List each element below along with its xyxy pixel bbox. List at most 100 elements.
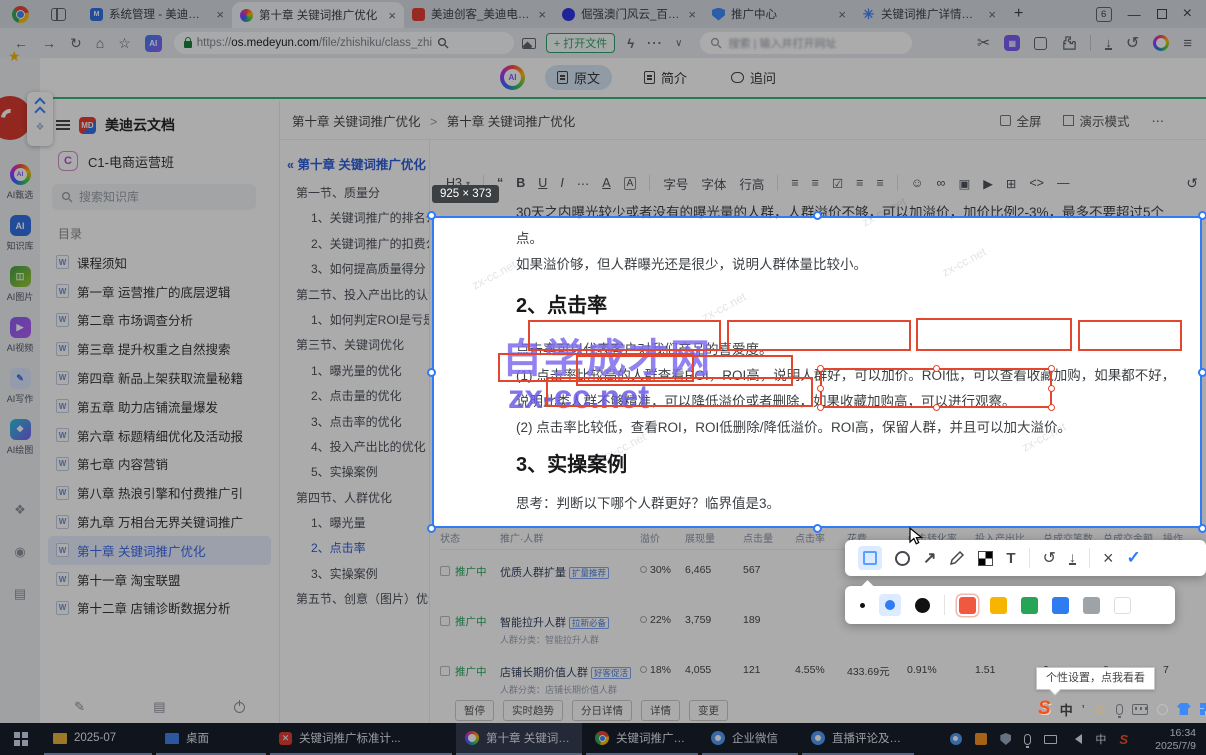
resize-handle[interactable] [1048,404,1055,411]
split-view-icon[interactable] [51,7,66,21]
reload-icon[interactable]: ↻ [70,35,82,52]
col-header[interactable]: 点击率 [795,530,847,545]
audience-name[interactable]: 优质人群扩量 [500,567,566,579]
capture-handle[interactable] [427,211,436,220]
row-checkbox[interactable] [440,616,450,626]
outline-item[interactable]: 3、如何提高质量得分 [280,257,429,282]
line-height-select[interactable]: 行高 [739,174,764,193]
knowledge-search-input[interactable] [79,190,229,204]
checklist-button[interactable]: ☑ [832,176,843,191]
doc-item[interactable]: W 第十二章 店铺诊断数据分析 [48,594,271,623]
resize-handle[interactable] [1048,365,1055,372]
forward-icon[interactable]: → [42,35,56,51]
rail-item-knowledge[interactable]: AI 知识库 [0,215,40,252]
italic-button[interactable]: I [560,176,563,190]
stroke-size-medium-selected[interactable] [879,594,901,616]
doc-item[interactable]: W 第七章 内容营销 [48,450,271,479]
annotation-rect[interactable] [546,377,813,407]
tab-summary[interactable]: 简介 [632,65,699,90]
code-button[interactable]: <> [1029,176,1044,190]
ime-language-toggle[interactable]: 中 [1060,700,1073,719]
annotation-rect[interactable] [528,320,721,351]
tray-security-icon[interactable] [1000,733,1012,745]
outline-item[interactable]: 第四节、人群优化 [280,486,429,511]
zoom-icon[interactable] [437,37,449,49]
divider-button[interactable]: — [1057,176,1070,190]
underline-button[interactable]: U [538,176,547,190]
bookmark-favorite-star-icon[interactable]: ★ [8,48,21,65]
resize-handle[interactable] [1048,384,1055,392]
capture-handle[interactable] [1198,524,1206,533]
realtime-trend-button[interactable]: 实时趋势 [503,700,563,721]
link-button[interactable]: ∞ [937,176,946,190]
tray-display-icon[interactable] [1044,734,1058,744]
detail-button[interactable]: 详情 [641,700,680,721]
taskbar-item-chapter-doc[interactable]: 第十章 关键词推广... [456,723,582,755]
tab-close-icon[interactable]: × [538,7,546,22]
course-selector[interactable]: C C1-电商运营班 [40,135,279,171]
hamburger-menu-icon[interactable] [56,120,70,130]
edit-icon[interactable]: ✎ [74,699,85,715]
tab-close-icon[interactable]: × [216,7,224,22]
ai-assistant-icon[interactable] [1153,35,1170,51]
cancel-capture-button[interactable]: × [1103,548,1114,569]
tab-meidi-maker[interactable]: 美迪创客_美迪电商_美 × [404,0,554,28]
indent-button[interactable]: ≡ [876,176,883,190]
presentation-mode-button[interactable]: 演示模式 [1063,111,1130,130]
ime-mic-icon[interactable] [1115,703,1123,718]
more-format-button[interactable]: ⋯ [577,176,590,191]
bookmark-star-icon[interactable]: ☆ [118,35,131,52]
color-gray[interactable] [1083,596,1100,614]
tab-promo-center[interactable]: 推广中心 × [704,0,854,28]
fullscreen-button[interactable]: 全屏 [1000,111,1041,130]
video-button[interactable]: ▶ [983,176,993,191]
stroke-size-small[interactable] [860,602,865,608]
ime-toolbox-icon[interactable] [1199,703,1206,715]
capture-handle[interactable] [427,367,436,377]
row-checkbox[interactable] [440,666,450,676]
knowledge-search-box[interactable] [52,184,256,210]
stroke-size-large[interactable] [915,597,930,613]
outline-item[interactable]: 第五节、创意（图片）优化 [280,587,429,612]
color-red-selected[interactable] [959,596,976,614]
doc-item[interactable]: W 第八章 热浪引擎和付费推广引 [48,478,271,507]
doc-item[interactable]: W 第五章 助力店铺流量爆发 [48,392,271,421]
doc-item[interactable]: W 第六章 标题精细优化及活动报 [48,421,271,450]
rectangle-tool-selected[interactable] [858,546,882,570]
doc-item[interactable]: W 课程须知 [48,248,271,277]
minimize-icon[interactable]: — [1128,7,1141,22]
outline-item[interactable]: 第二节、投入产出比的认识 [280,283,429,308]
taskbar-clock[interactable]: 16:34 2025/7/9 [1155,727,1196,752]
tab-chapter-10[interactable]: 第十章 关键词推广优化 × [232,2,404,28]
outline-item[interactable]: 3、实操案例 [280,562,429,587]
purple-extension-icon[interactable]: ▦ [1004,35,1021,51]
rail-item-ai-drawing[interactable]: ❖ AI绘图 [0,419,40,456]
audience-name[interactable]: 店铺长期价值人群 [500,667,588,679]
col-header[interactable]: 状态 [440,530,500,545]
font-size-select[interactable]: 字号 [663,174,688,193]
outline-item[interactable]: 2、关键词推广的扣费公式 [280,232,429,257]
address-bar[interactable]: https://os.medeyun.com/file/zhishiku/cla… [173,32,514,54]
tab-keyword-detail[interactable]: ✳ 关键词推广详情页_万相 × [854,0,1004,28]
capture-handle[interactable] [812,211,822,220]
font-family-select[interactable]: 字体 [701,174,726,193]
plugin-icon[interactable]: ❖ [0,502,40,518]
downloads-icon[interactable]: ↓ [1105,36,1112,50]
outline-item[interactable]: 第三节、关键词优化 [280,333,429,358]
numbered-list-button[interactable]: ≡ [812,176,819,190]
rail-item-ai-image[interactable]: ◫ AI图片 [0,266,40,303]
row-checkbox[interactable] [440,566,450,576]
tray-mic-icon[interactable] [1024,733,1032,748]
tray-app-icon[interactable] [975,733,988,745]
tab-close-icon[interactable]: × [988,7,996,22]
extensions-puzzle-icon[interactable] [1061,35,1077,51]
ime-skin-icon[interactable] [1176,703,1191,715]
power-icon[interactable] [233,699,245,713]
annotation-rect[interactable] [916,318,1072,351]
tab-close-icon[interactable]: × [838,7,846,22]
bold-button[interactable]: B [516,176,525,190]
taskbar-item-mindmap[interactable]: ✕ 关键词推广标准计... [270,723,452,755]
undo-button[interactable]: ↺ [1186,175,1198,192]
record-icon[interactable]: ◉ [0,544,40,560]
tab-system-admin[interactable]: M 系统管理 - 美迪云管理 × [82,0,232,28]
